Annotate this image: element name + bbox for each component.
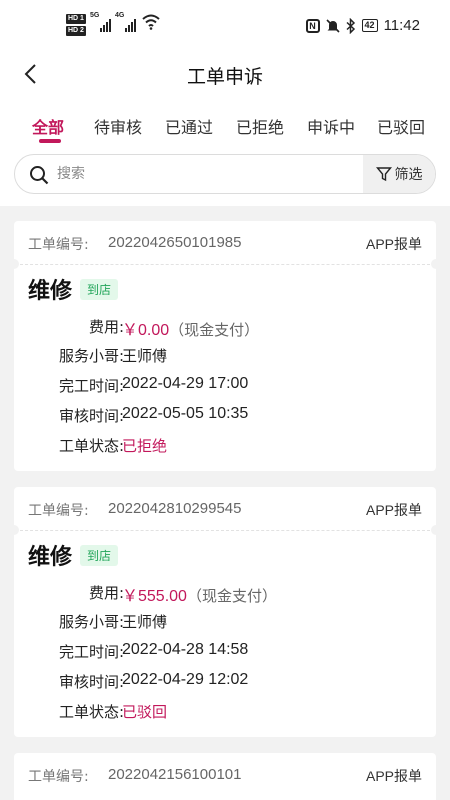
order-card[interactable]: 工单编号: 2022042156100101 APP报单 <box>14 753 436 800</box>
nav-bar: 工单申诉 <box>0 56 450 96</box>
nfc-icon: N <box>305 18 320 33</box>
review-time-label: 审核时间: <box>58 407 124 425</box>
status-bar: HD 1 HD 2 5G 4G N 42 11:42 <box>0 0 450 56</box>
review-time-row: 审核时间: 2022-04-29 12:02 <box>14 671 436 691</box>
ticket-notch-left <box>9 259 19 269</box>
fee-label: 费用: <box>88 584 124 602</box>
order-no-value: 2022042156100101 <box>108 766 242 783</box>
tab-active-indicator <box>39 139 61 143</box>
worker-row: 服务小哥: 王师傅 <box>14 611 436 631</box>
review-time-value: 2022-04-29 12:02 <box>122 671 249 688</box>
payment-method: （现金支付） <box>186 587 277 605</box>
clock: 11:42 <box>383 17 420 34</box>
order-card[interactable]: 工单编号: 2022042810299545 APP报单 维修 到店 费用: ￥… <box>9 487 441 737</box>
review-time-row: 审核时间: 2022-05-05 10:35 <box>14 405 436 425</box>
status-label: 工单状态: <box>58 703 124 721</box>
search-area: 筛选 <box>0 148 450 206</box>
worker-label: 服务小哥: <box>58 613 124 631</box>
fee-amount: ￥555.00 <box>122 588 187 605</box>
status-right: N 42 11:42 <box>305 17 420 34</box>
page-title: 工单申诉 <box>186 66 263 88</box>
order-source: APP报单 <box>365 768 422 784</box>
status-tabs: 全部 待审核 已通过 已拒绝 申诉中 已驳回 <box>0 96 450 148</box>
order-no-label: 工单编号: <box>28 237 89 253</box>
tab-all[interactable]: 全部 <box>32 114 64 138</box>
filter-button[interactable]: 筛选 <box>363 155 435 193</box>
hd1-label: HD 1 <box>66 14 86 24</box>
status-left: HD 1 HD 2 5G 4G <box>66 12 160 36</box>
hd2-label: HD 2 <box>66 26 86 36</box>
finish-time-label: 完工时间: <box>58 643 124 661</box>
status-label: 工单状态: <box>58 437 124 455</box>
bluetooth-icon <box>346 17 355 34</box>
finish-time-value: 2022-04-29 17:00 <box>122 375 249 392</box>
ticket-notch-right <box>431 259 441 269</box>
service-type: 维修 <box>28 545 73 570</box>
signal-icon-1: 5G <box>89 12 111 32</box>
tab-appealing[interactable]: 申诉中 <box>307 114 355 138</box>
worker-value: 王师傅 <box>122 613 168 631</box>
finish-time-row: 完工时间: 2022-04-29 17:00 <box>14 375 436 395</box>
order-card[interactable]: 工单编号: 2022042650101985 APP报单 维修 到店 费用: ￥… <box>9 221 441 471</box>
hd-indicators: HD 1 HD 2 <box>66 14 86 36</box>
fee-label: 费用: <box>88 318 124 336</box>
network-type-1: 5G <box>89 12 100 19</box>
order-no-label: 工单编号: <box>28 503 89 519</box>
fee-value: ￥0.00（现金支付） <box>122 316 259 340</box>
tab-dismissed[interactable]: 已驳回 <box>377 114 425 138</box>
tab-pending[interactable]: 待审核 <box>94 114 142 138</box>
network-type-2: 4G <box>114 12 125 19</box>
review-time-value: 2022-05-05 10:35 <box>122 405 249 422</box>
order-card-header: 工单编号: 2022042156100101 APP报单 <box>14 753 436 797</box>
ticket-notch-right <box>431 525 441 535</box>
silent-icon <box>325 18 340 33</box>
search-box: 筛选 <box>14 154 436 194</box>
search-input[interactable] <box>57 155 357 193</box>
order-card-header: 工单编号: 2022042810299545 APP报单 <box>14 487 436 531</box>
order-no-value: 2022042810299545 <box>108 500 242 517</box>
status-row: 工单状态: 已拒绝 <box>14 435 436 455</box>
service-type: 维修 <box>28 279 73 304</box>
finish-time-label: 完工时间: <box>58 377 124 395</box>
filter-icon <box>375 167 392 182</box>
order-source: APP报单 <box>365 502 422 518</box>
status-value: 已驳回 <box>122 703 168 721</box>
order-card-header: 工单编号: 2022042650101985 APP报单 <box>14 221 436 265</box>
service-mode-badge: 到店 <box>80 545 119 566</box>
ticket-notch-left <box>9 525 19 535</box>
dashed-divider <box>20 264 430 265</box>
fee-amount: ￥0.00 <box>122 322 170 339</box>
review-time-label: 审核时间: <box>58 673 124 691</box>
order-source: APP报单 <box>365 236 422 252</box>
status-row: 工单状态: 已驳回 <box>14 701 436 721</box>
worker-value: 王师傅 <box>122 347 168 365</box>
fee-value: ￥555.00（现金支付） <box>122 582 277 606</box>
finish-time-value: 2022-04-28 14:58 <box>122 641 249 658</box>
dashed-divider <box>20 530 430 531</box>
search-icon <box>30 166 49 185</box>
order-no-label: 工单编号: <box>28 769 89 785</box>
fee-row: 费用: ￥555.00（现金支付） <box>14 582 436 605</box>
order-no-value: 2022042650101985 <box>108 234 242 251</box>
service-mode-badge: 到店 <box>80 279 119 300</box>
wifi-icon <box>142 14 160 30</box>
worker-label: 服务小哥: <box>58 347 124 365</box>
status-value: 已拒绝 <box>122 437 168 455</box>
tab-rejected[interactable]: 已拒绝 <box>236 114 284 138</box>
tab-approved[interactable]: 已通过 <box>165 114 213 138</box>
filter-label: 筛选 <box>394 167 423 183</box>
signal-icon-2: 4G <box>114 12 136 32</box>
battery-icon: 42 <box>361 19 378 32</box>
finish-time-row: 完工时间: 2022-04-28 14:58 <box>14 641 436 661</box>
worker-row: 服务小哥: 王师傅 <box>14 345 436 365</box>
fee-row: 费用: ￥0.00（现金支付） <box>14 316 436 339</box>
payment-method: （现金支付） <box>169 321 260 339</box>
